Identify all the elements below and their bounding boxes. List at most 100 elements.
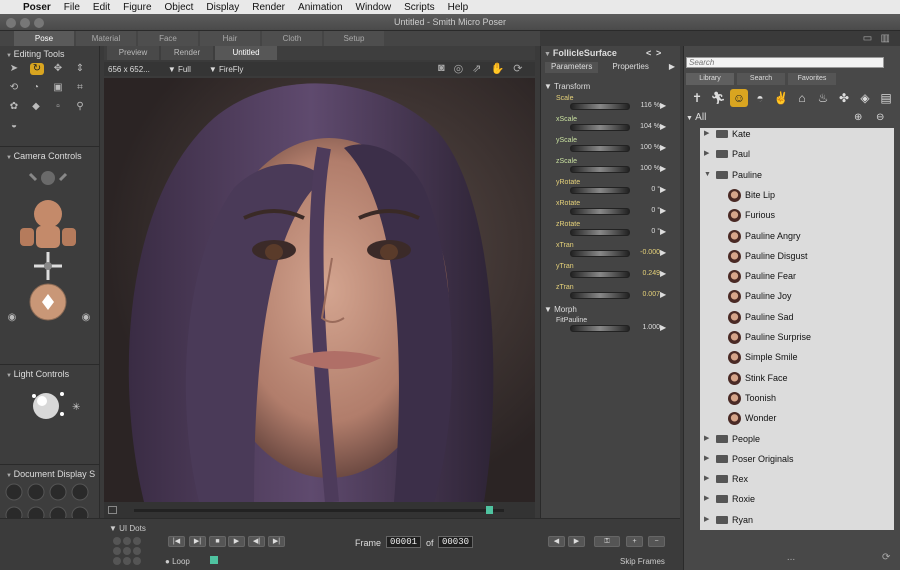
library-search-input[interactable]: Search — [686, 57, 884, 68]
library-pose-item[interactable]: Toonish — [700, 390, 890, 406]
render-icon[interactable]: ◎ — [454, 62, 464, 76]
next-actor-icon[interactable]: > — [656, 46, 661, 60]
chevron-right-icon[interactable]: ▶ — [704, 431, 709, 447]
tab-face[interactable]: Face — [138, 31, 198, 46]
play-button[interactable]: ▶ — [228, 536, 245, 547]
library-options-icon[interactable]: ... — [787, 552, 795, 563]
param-xrotate[interactable]: xRotate 0 ° ▶ — [548, 200, 673, 221]
current-frame-field[interactable]: 00001 — [386, 536, 422, 548]
grouping-tool-icon[interactable]: ◆ — [30, 101, 42, 113]
menu-window[interactable]: Window — [356, 2, 392, 13]
tab-preview[interactable]: Preview — [107, 46, 159, 60]
menu-file[interactable]: File — [64, 2, 80, 13]
scrubber-handle[interactable] — [486, 506, 493, 514]
add-library-icon[interactable]: ⊕ — [854, 112, 862, 123]
translate-in-out-icon[interactable]: ⇕ — [74, 63, 86, 75]
menu-help[interactable]: Help — [448, 2, 469, 13]
renderer-dropdown[interactable]: ▼ FireFly — [209, 65, 244, 74]
tab-parameters[interactable]: Parameters — [545, 62, 599, 73]
step-forward-button[interactable]: ◀| — [248, 536, 265, 547]
library-all-folder[interactable]: ▼ All ⊕ ⊖ — [686, 112, 886, 126]
figures-icon[interactable]: ✝ — [688, 89, 706, 107]
light-controls-widget[interactable]: ✳ — [28, 386, 88, 426]
library-pose-item[interactable]: Furious — [700, 207, 890, 223]
params-more-icon[interactable]: ▶ — [669, 62, 675, 73]
param-fitpauline[interactable]: FitPauline 1.000 ▶ — [548, 317, 673, 338]
library-pose-item[interactable]: Pauline Fear — [700, 268, 890, 284]
menu-render[interactable]: Render — [252, 2, 285, 13]
next-keyframe-button[interactable]: ▶ — [568, 536, 585, 547]
hair-icon[interactable]: ◓ — [751, 89, 769, 107]
display-mode-dropdown[interactable]: ▼ Full — [168, 65, 191, 74]
scenes-icon[interactable]: ▤ — [877, 89, 895, 107]
menu-scripts[interactable]: Scripts — [404, 2, 435, 13]
param-zrotate[interactable]: zRotate 0 ° ▶ — [548, 221, 673, 242]
timeline-start-marker[interactable] — [210, 556, 218, 564]
menu-edit[interactable]: Edit — [93, 2, 110, 13]
export-icon[interactable]: ⇗ — [472, 62, 481, 76]
library-folder[interactable]: ▶ People — [700, 431, 890, 447]
chevron-right-icon[interactable]: ▶ — [704, 451, 709, 467]
morph-brush-icon[interactable]: ◒ — [8, 120, 20, 132]
prev-actor-icon[interactable]: < — [646, 46, 651, 60]
skip-frames-toggle[interactable]: Skip Frames — [620, 557, 665, 566]
tab-untitled[interactable]: Untitled — [215, 46, 277, 60]
scale-tool-icon[interactable]: ◔ — [30, 82, 42, 94]
library-folder[interactable]: ▶ Rex — [700, 471, 890, 487]
zoom-tool-icon[interactable]: ⚲ — [74, 101, 86, 113]
chevron-right-icon[interactable]: ▶ — [704, 128, 709, 142]
total-frames-field[interactable]: 00030 — [438, 536, 474, 548]
materials-icon[interactable]: ◈ — [856, 89, 874, 107]
actor-name[interactable]: FollicleSurface — [553, 48, 617, 58]
minimize-window-button[interactable] — [20, 18, 30, 28]
library-pose-item[interactable]: Pauline Angry — [700, 228, 890, 244]
timeline-toggle-icon[interactable] — [108, 506, 117, 514]
remove-keyframe-button[interactable]: − — [648, 536, 665, 547]
twist-tool-icon[interactable]: ⟲ — [8, 82, 20, 94]
hands-icon[interactable]: ✌ — [772, 89, 790, 107]
param-ytran[interactable]: yTran 0.249 ▶ — [548, 263, 673, 284]
library-pose-item[interactable]: Stink Face — [700, 370, 890, 386]
zoom-window-button[interactable] — [34, 18, 44, 28]
tab-properties[interactable]: Properties — [606, 62, 654, 73]
tab-library[interactable]: Library — [686, 73, 734, 85]
remove-library-icon[interactable]: ⊖ — [876, 112, 884, 123]
library-shelf-icon[interactable]: ▥ — [881, 33, 890, 44]
menu-object[interactable]: Object — [165, 2, 194, 13]
library-pose-item[interactable]: Bite Lip — [700, 187, 890, 203]
camera-lock-icon[interactable]: ◉ — [6, 312, 18, 324]
loop-toggle[interactable]: ● Loop — [165, 557, 190, 566]
param-xtran[interactable]: xTran -0.000 ▶ — [548, 242, 673, 263]
step-back-button[interactable]: ▶| — [189, 536, 206, 547]
ui-dots-grid[interactable] — [112, 536, 144, 568]
library-folder[interactable]: ▶ Kate — [700, 128, 890, 142]
chat-icon[interactable]: ▭ — [863, 33, 872, 44]
cameras-icon[interactable]: ✤ — [835, 89, 853, 107]
param-yrotate[interactable]: yRotate 0 ° ▶ — [548, 179, 673, 200]
rotate-tool-icon[interactable]: ↻ — [30, 63, 44, 75]
chevron-right-icon[interactable]: ▶ — [704, 512, 709, 528]
select-tool-icon[interactable]: ➤ — [8, 63, 20, 75]
add-keyframe-button[interactable]: + — [626, 536, 643, 547]
library-pose-item[interactable]: Simple Smile — [700, 349, 890, 365]
library-folder[interactable]: ▶ Paul — [700, 146, 890, 162]
library-folder[interactable]: ▶ Poser Originals — [700, 451, 890, 467]
chevron-right-icon[interactable]: ▶ — [704, 491, 709, 507]
chevron-down-icon[interactable]: ▼ — [704, 167, 711, 183]
taper-tool-icon[interactable]: ▣ — [52, 82, 64, 94]
tab-material[interactable]: Material — [76, 31, 136, 46]
camera-animate-icon[interactable]: ◉ — [80, 312, 92, 324]
tab-search[interactable]: Search — [737, 73, 785, 85]
library-folder[interactable]: ▶ Roxie — [700, 491, 890, 507]
param-zscale[interactable]: zScale 100 % ▶ — [548, 158, 673, 179]
camera-controls-widget[interactable] — [8, 164, 88, 324]
hand-tool-icon[interactable]: ✋ — [490, 62, 504, 76]
library-pose-item[interactable]: Pauline Joy — [700, 288, 890, 304]
translate-tool-icon[interactable]: ✥ — [52, 63, 64, 75]
chain-break-icon[interactable]: ⌗ — [74, 82, 86, 94]
menu-animation[interactable]: Animation — [298, 2, 342, 13]
refresh-icon[interactable]: ⟳ — [882, 552, 890, 563]
param-xscale[interactable]: xScale 104 % ▶ — [548, 116, 673, 137]
go-to-start-button[interactable]: |◀ — [168, 536, 185, 547]
library-pose-item[interactable]: Pauline Disgust — [700, 248, 890, 264]
